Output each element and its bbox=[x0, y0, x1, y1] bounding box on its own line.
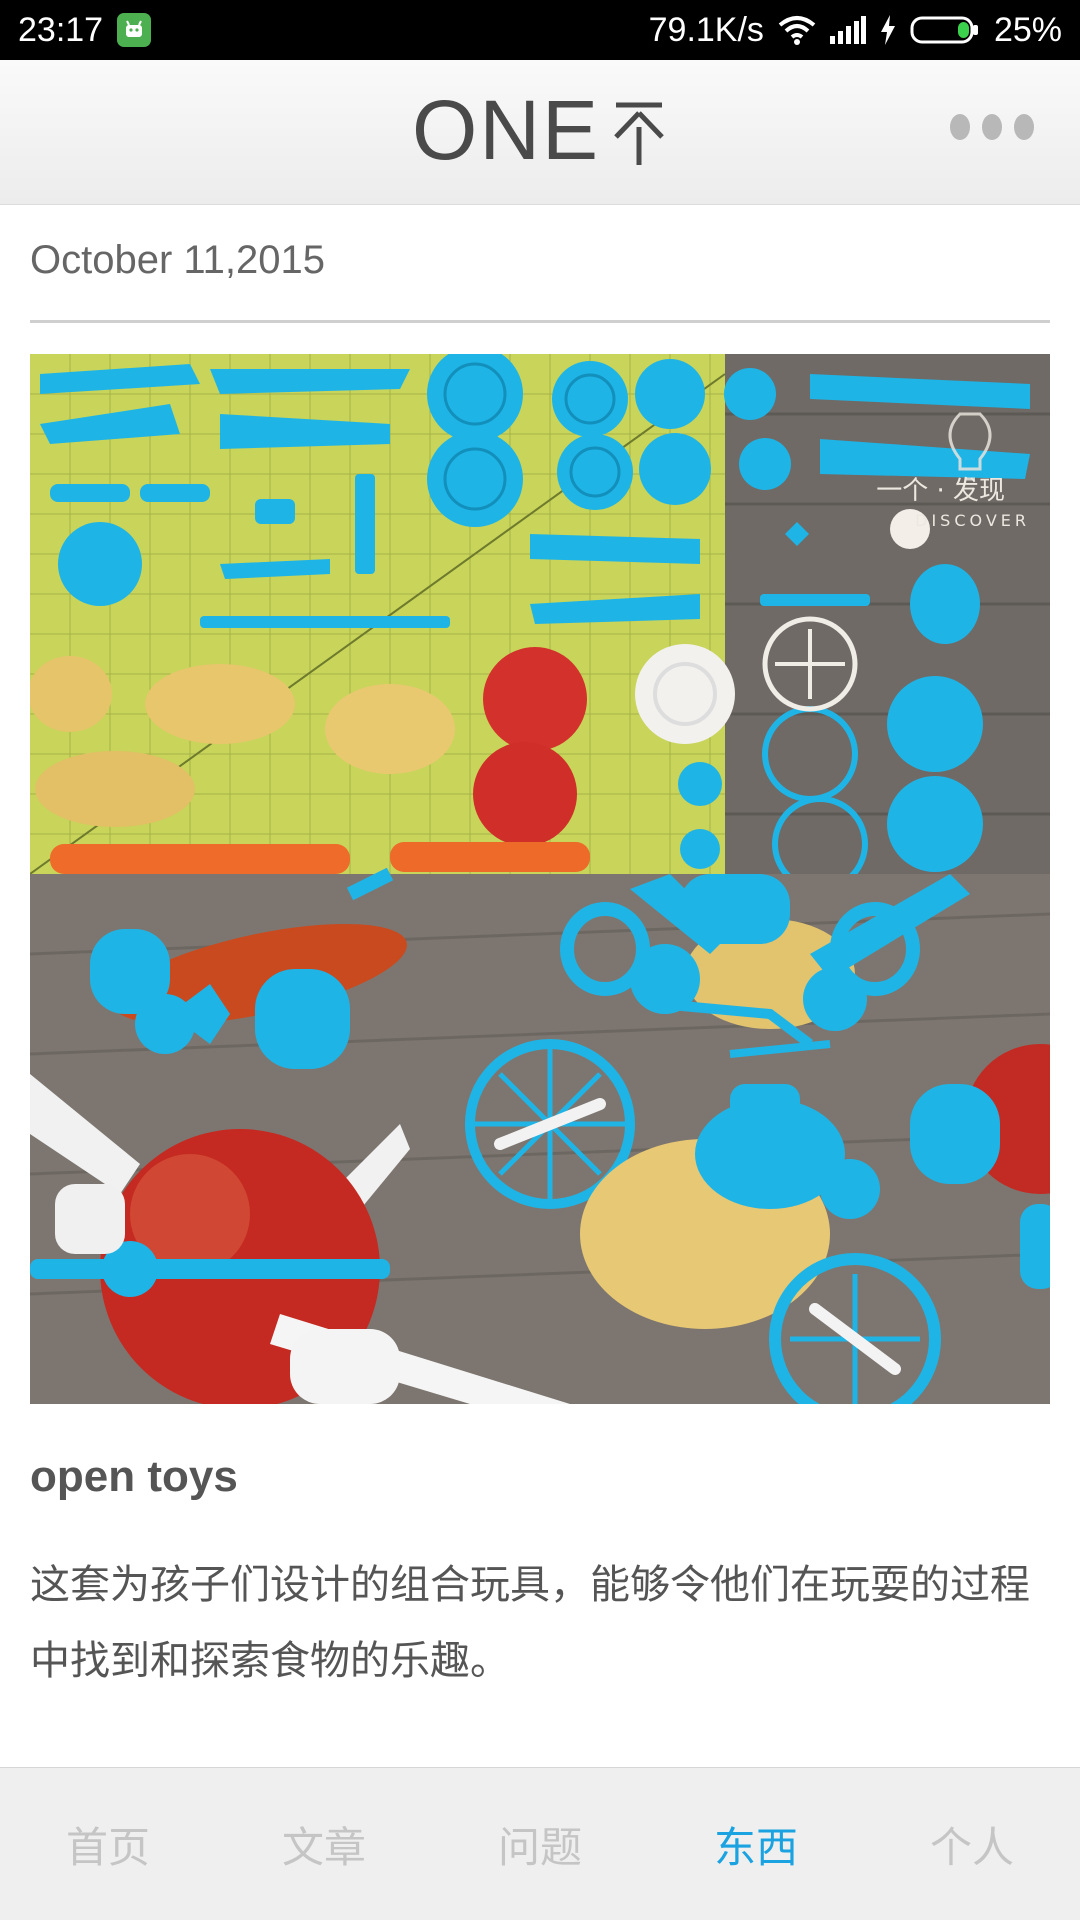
tab-articles[interactable]: 文章 bbox=[216, 1814, 432, 1875]
article-title: open toys bbox=[30, 1452, 238, 1501]
tab-home[interactable]: 首页 bbox=[0, 1814, 216, 1875]
article-date: October 11,2015 bbox=[30, 238, 326, 282]
article-description: 这套为孩子们设计的组合玩具，能够令他们在玩耍的过程中找到和探索食物的乐趣。 bbox=[30, 1562, 1030, 1684]
divider bbox=[30, 320, 1050, 323]
app-screen: 23:17 79.1K/s 25% ONE October 11,2015 一个… bbox=[0, 0, 1080, 1920]
tab-profile[interactable]: 个人 bbox=[864, 1814, 1080, 1875]
tab-questions[interactable]: 问题 bbox=[432, 1814, 648, 1875]
tab-things[interactable]: 东西 bbox=[648, 1814, 864, 1875]
watermark-cn: 一个 · 发现 bbox=[876, 476, 1005, 506]
watermark-en: DISCOVER bbox=[915, 511, 1030, 530]
logo-text: ONE bbox=[411, 83, 601, 177]
battery-icon bbox=[910, 15, 980, 45]
charging-icon bbox=[880, 15, 896, 45]
signal-icon bbox=[829, 16, 866, 44]
battery-percent: 25% bbox=[993, 10, 1062, 49]
article-image[interactable]: 一个 · 发现 DISCOVER bbox=[30, 354, 1050, 1404]
android-app-icon bbox=[117, 13, 152, 47]
status-bar: 23:17 79.1K/s 25% bbox=[0, 0, 1080, 60]
network-speed: 79.1K/s bbox=[648, 10, 764, 49]
app-logo: ONE bbox=[0, 88, 1080, 172]
wifi-icon bbox=[778, 15, 816, 45]
more-dots-icon[interactable] bbox=[950, 114, 1034, 140]
status-time: 23:17 bbox=[18, 10, 104, 49]
bottom-nav: 首页 文章 问题 东西 个人 bbox=[0, 1767, 1080, 1920]
app-header: ONE bbox=[0, 60, 1080, 205]
logo-cn-glyph bbox=[614, 102, 664, 165]
